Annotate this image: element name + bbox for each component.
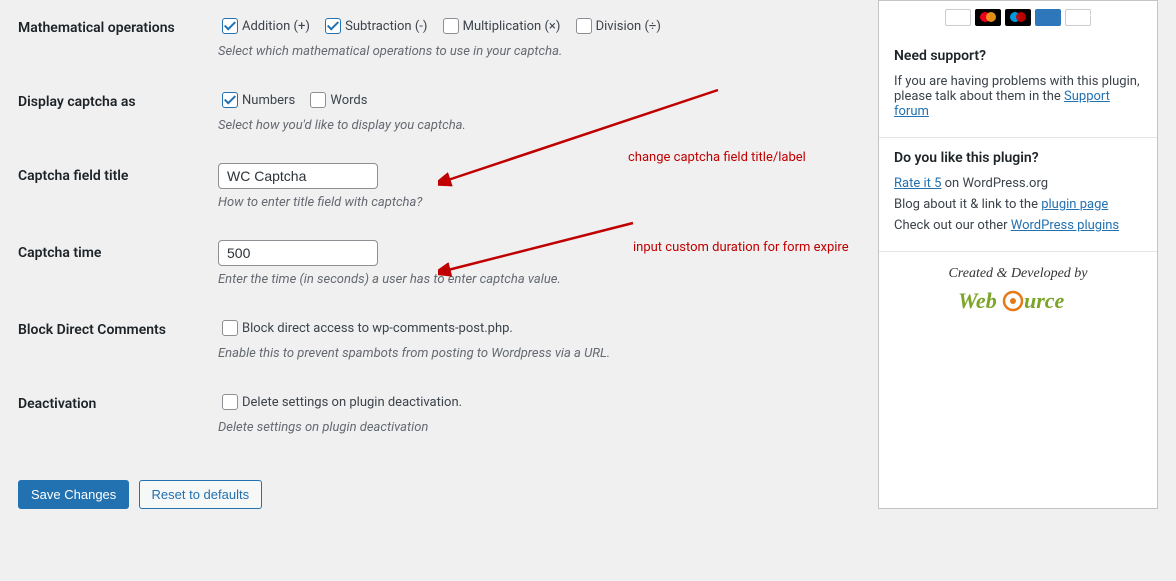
checkbox-deactivation-label: Delete settings on plugin deactivation.: [242, 395, 462, 410]
math-ops-label: Mathematical operations: [18, 0, 218, 74]
checkbox-numbers[interactable]: Numbers: [218, 89, 295, 111]
checkbox-multiplication[interactable]: Multiplication (×): [439, 15, 561, 37]
webource-logo: Web urce: [889, 288, 1147, 319]
visa-icon: VISA: [945, 9, 971, 26]
checkbox-addition-label: Addition (+): [242, 19, 310, 34]
blog-before: Blog about it & link to the: [894, 197, 1041, 212]
support-heading: Need support?: [894, 48, 1142, 64]
checkbox-words-input[interactable]: [310, 92, 326, 108]
other-before: Check out our other: [894, 218, 1011, 233]
captcha-title-input[interactable]: [218, 163, 378, 189]
svg-text:urce: urce: [1024, 288, 1065, 313]
field-title-label: Captcha field title: [18, 148, 218, 225]
checkbox-deactivation[interactable]: Delete settings on plugin deactivation.: [218, 391, 462, 413]
maestro-icon: [1005, 9, 1031, 26]
created-by: Created & Developed by Web urce: [879, 252, 1157, 337]
checkbox-multiplication-label: Multiplication (×): [463, 19, 561, 34]
block-direct-description: Enable this to prevent spambots from pos…: [218, 346, 848, 361]
payment-card-icons: VISA DISCOVER: [879, 1, 1157, 36]
checkbox-words-label: Words: [330, 93, 367, 108]
checkbox-numbers-input[interactable]: [222, 92, 238, 108]
checkbox-division-label: Division (÷): [596, 19, 661, 34]
mastercard-icon: [975, 9, 1001, 26]
checkbox-subtraction-label: Subtraction (-): [345, 19, 427, 34]
wordpress-plugins-link[interactable]: WordPress plugins: [1011, 218, 1119, 233]
amex-icon: [1035, 9, 1061, 26]
captcha-time-description: Enter the time (in seconds) a user has t…: [218, 272, 848, 287]
checkbox-block-direct[interactable]: Block direct access to wp-comments-post.…: [218, 317, 513, 339]
captcha-time-input[interactable]: [218, 240, 378, 266]
rate-link[interactable]: Rate it 5: [894, 176, 941, 191]
discover-icon: DISCOVER: [1065, 9, 1091, 26]
checkbox-addition[interactable]: Addition (+): [218, 15, 310, 37]
svg-text:Web: Web: [958, 288, 997, 313]
like-heading: Do you like this plugin?: [894, 150, 1142, 166]
plugin-page-link[interactable]: plugin page: [1041, 197, 1108, 212]
checkbox-deactivation-input[interactable]: [222, 394, 238, 410]
checkbox-division[interactable]: Division (÷): [572, 15, 661, 37]
sidebar: VISA DISCOVER Need support? If you are h…: [878, 0, 1158, 509]
reset-button[interactable]: Reset to defaults: [139, 480, 263, 509]
deactivation-label: Deactivation: [18, 376, 218, 450]
display-as-label: Display captcha as: [18, 74, 218, 148]
checkbox-subtraction-input[interactable]: [325, 18, 341, 34]
display-as-description: Select how you'd like to display you cap…: [218, 118, 848, 133]
block-direct-label: Block Direct Comments: [18, 302, 218, 376]
save-button[interactable]: Save Changes: [18, 480, 129, 509]
field-title-description: How to enter title field with captcha?: [218, 195, 848, 210]
checkbox-block-direct-label: Block direct access to wp-comments-post.…: [242, 321, 513, 336]
checkbox-subtraction[interactable]: Subtraction (-): [321, 15, 427, 37]
checkbox-multiplication-input[interactable]: [443, 18, 459, 34]
checkbox-division-input[interactable]: [576, 18, 592, 34]
rate-after: on WordPress.org: [941, 176, 1048, 191]
captcha-time-label: Captcha time: [18, 225, 218, 302]
deactivation-description: Delete settings on plugin deactivation: [218, 420, 848, 435]
math-ops-description: Select which mathematical operations to …: [218, 44, 848, 59]
checkbox-addition-input[interactable]: [222, 18, 238, 34]
settings-form: Mathematical operations Addition (+) Sub…: [18, 0, 878, 509]
checkbox-block-direct-input[interactable]: [222, 320, 238, 336]
checkbox-words[interactable]: Words: [306, 89, 367, 111]
checkbox-numbers-label: Numbers: [242, 93, 295, 108]
